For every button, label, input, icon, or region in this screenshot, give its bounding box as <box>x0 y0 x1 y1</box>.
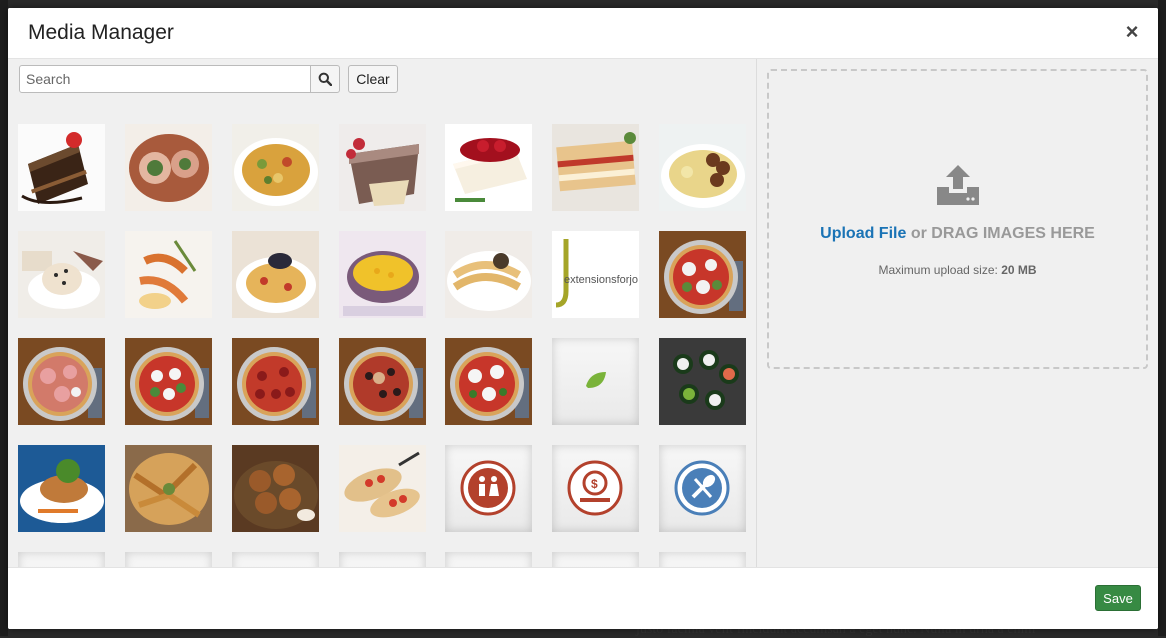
media-manager-modal: Media Manager × Clear extensionsforjo $ <box>8 8 1158 629</box>
upload-file-link[interactable]: Upload File <box>820 225 906 242</box>
media-thumbnail-pasta-salad[interactable] <box>232 124 319 211</box>
pizza-prosciutto-image <box>18 338 105 425</box>
seafood-pasta-image <box>232 231 319 318</box>
stuffed-roast-image <box>125 124 212 211</box>
media-thumbnail-pizza-margherita-2[interactable] <box>125 338 212 425</box>
media-thumbnail-pizza-olive[interactable] <box>339 338 426 425</box>
media-thumbnail-bruschetta[interactable] <box>339 445 426 532</box>
media-thumbnail-placeholder[interactable] <box>125 552 212 567</box>
media-thumbnail-fish-salad[interactable] <box>18 445 105 532</box>
clear-button[interactable]: Clear <box>348 65 398 93</box>
modal-header: Media Manager × <box>8 8 1158 59</box>
media-thumbnail-grilled-shrimp[interactable] <box>125 231 212 318</box>
placeholder-image <box>659 552 746 567</box>
saffron-risotto-image <box>339 231 426 318</box>
search-button[interactable] <box>310 65 340 93</box>
media-thumbnail-raspberry-tart[interactable] <box>339 124 426 211</box>
media-thumbnail-placeholder[interactable] <box>232 552 319 567</box>
upload-panel: Upload File or DRAG IMAGES HERE Maximum … <box>757 59 1158 567</box>
media-thumbnail-family-icon[interactable] <box>445 445 532 532</box>
sushi-rolls-image <box>659 338 746 425</box>
media-thumbnail-money-icon[interactable]: $ <box>552 445 639 532</box>
upload-instructions: Upload File or DRAG IMAGES HERE <box>769 225 1146 243</box>
media-thumbnail-sushi-rolls[interactable] <box>659 338 746 425</box>
media-thumbnail-placeholder[interactable] <box>659 552 746 567</box>
drag-images-text: or DRAG IMAGES HERE <box>910 225 1095 242</box>
pizza-caprese-image <box>445 338 532 425</box>
media-thumbnail-seafood-pasta[interactable] <box>232 231 319 318</box>
media-thumbnail-placeholder[interactable] <box>552 552 639 567</box>
media-thumbnail-fried-crab[interactable] <box>125 445 212 532</box>
media-thumbnail-stuffed-roast[interactable] <box>125 124 212 211</box>
media-browser: Clear extensionsforjo $ <box>8 59 756 567</box>
pizza-margherita-image <box>659 231 746 318</box>
raspberry-tart-image <box>339 124 426 211</box>
leaf-placeholder-image <box>586 372 606 388</box>
media-thumbnail-napoleon-pastry[interactable] <box>552 124 639 211</box>
drop-zone[interactable]: Upload File or DRAG IMAGES HERE Maximum … <box>767 69 1148 369</box>
placeholder-image <box>552 552 639 567</box>
fried-crab-image <box>125 445 212 532</box>
placeholder-image <box>125 552 212 567</box>
placeholder-image <box>445 552 532 567</box>
media-thumbnail-cherry-cheesecake[interactable] <box>445 124 532 211</box>
fish-salad-image <box>18 445 105 532</box>
restaurant-icon-image <box>674 460 730 516</box>
media-thumbnail-pizza-pepperoni[interactable] <box>232 338 319 425</box>
pizza-pepperoni-image <box>232 338 319 425</box>
placeholder-image <box>18 552 105 567</box>
media-thumbnail-placeholder[interactable] <box>18 552 105 567</box>
placeholder-image <box>232 552 319 567</box>
modal-body: Clear extensionsforjo $ Upload File or DR… <box>8 59 1158 567</box>
media-thumbnail-pecan-potato[interactable] <box>659 124 746 211</box>
search-input[interactable] <box>19 65 315 93</box>
svg-text:$: $ <box>591 477 598 491</box>
media-thumbnail-chocolate-cake[interactable] <box>18 124 105 211</box>
media-thumbnail-pizza-margherita[interactable] <box>659 231 746 318</box>
media-thumbnail-placeholder[interactable] <box>445 552 532 567</box>
family-icon-image <box>460 460 516 516</box>
media-thumbnail-restaurant-icon[interactable] <box>659 445 746 532</box>
modal-footer: Save <box>8 567 1158 629</box>
max-upload-size: Maximum upload size: 20 MB <box>769 263 1146 277</box>
max-upload-label: Maximum upload size: <box>878 263 998 277</box>
pecan-potato-image <box>659 124 746 211</box>
search-icon <box>318 72 332 86</box>
media-thumbnail-meatballs[interactable] <box>232 445 319 532</box>
media-thumbnail-pizza-prosciutto[interactable] <box>18 338 105 425</box>
meatballs-image <box>232 445 319 532</box>
modal-title: Media Manager <box>28 21 174 44</box>
close-icon[interactable]: × <box>1123 21 1141 43</box>
bruschetta-image <box>339 445 426 532</box>
svg-text:extensionsforjo: extensionsforjo <box>564 274 638 286</box>
chocolate-cake-image <box>18 124 105 211</box>
placeholder-image <box>339 552 426 567</box>
pizza-margherita-2-image <box>125 338 212 425</box>
media-thumbnail-placeholder[interactable] <box>339 552 426 567</box>
max-upload-value: 20 MB <box>1001 263 1037 277</box>
media-thumbnail-saffron-risotto[interactable] <box>339 231 426 318</box>
media-thumbnail-truffle-tagliatelle[interactable] <box>445 231 532 318</box>
rice-dessert-image <box>18 231 105 318</box>
media-thumbnail-leaf-placeholder[interactable] <box>552 338 639 425</box>
cherry-cheesecake-image <box>445 124 532 211</box>
pizza-olive-image <box>339 338 426 425</box>
money-icon-image: $ <box>567 460 623 516</box>
grilled-shrimp-image <box>125 231 212 318</box>
napoleon-pastry-image <box>552 124 639 211</box>
media-thumbnail-rice-dessert[interactable] <box>18 231 105 318</box>
media-thumbnail-extensionsforjoomla-logo[interactable]: extensionsforjo <box>552 231 639 318</box>
extensionsforjoomla-logo-image: extensionsforjo <box>552 231 639 318</box>
save-button[interactable]: Save <box>1095 585 1141 611</box>
background-right <box>1158 0 1166 636</box>
pasta-salad-image <box>232 124 319 211</box>
background-left <box>0 0 8 636</box>
upload-icon <box>937 165 979 205</box>
media-thumbnail-pizza-caprese[interactable] <box>445 338 532 425</box>
truffle-tagliatelle-image <box>445 231 532 318</box>
